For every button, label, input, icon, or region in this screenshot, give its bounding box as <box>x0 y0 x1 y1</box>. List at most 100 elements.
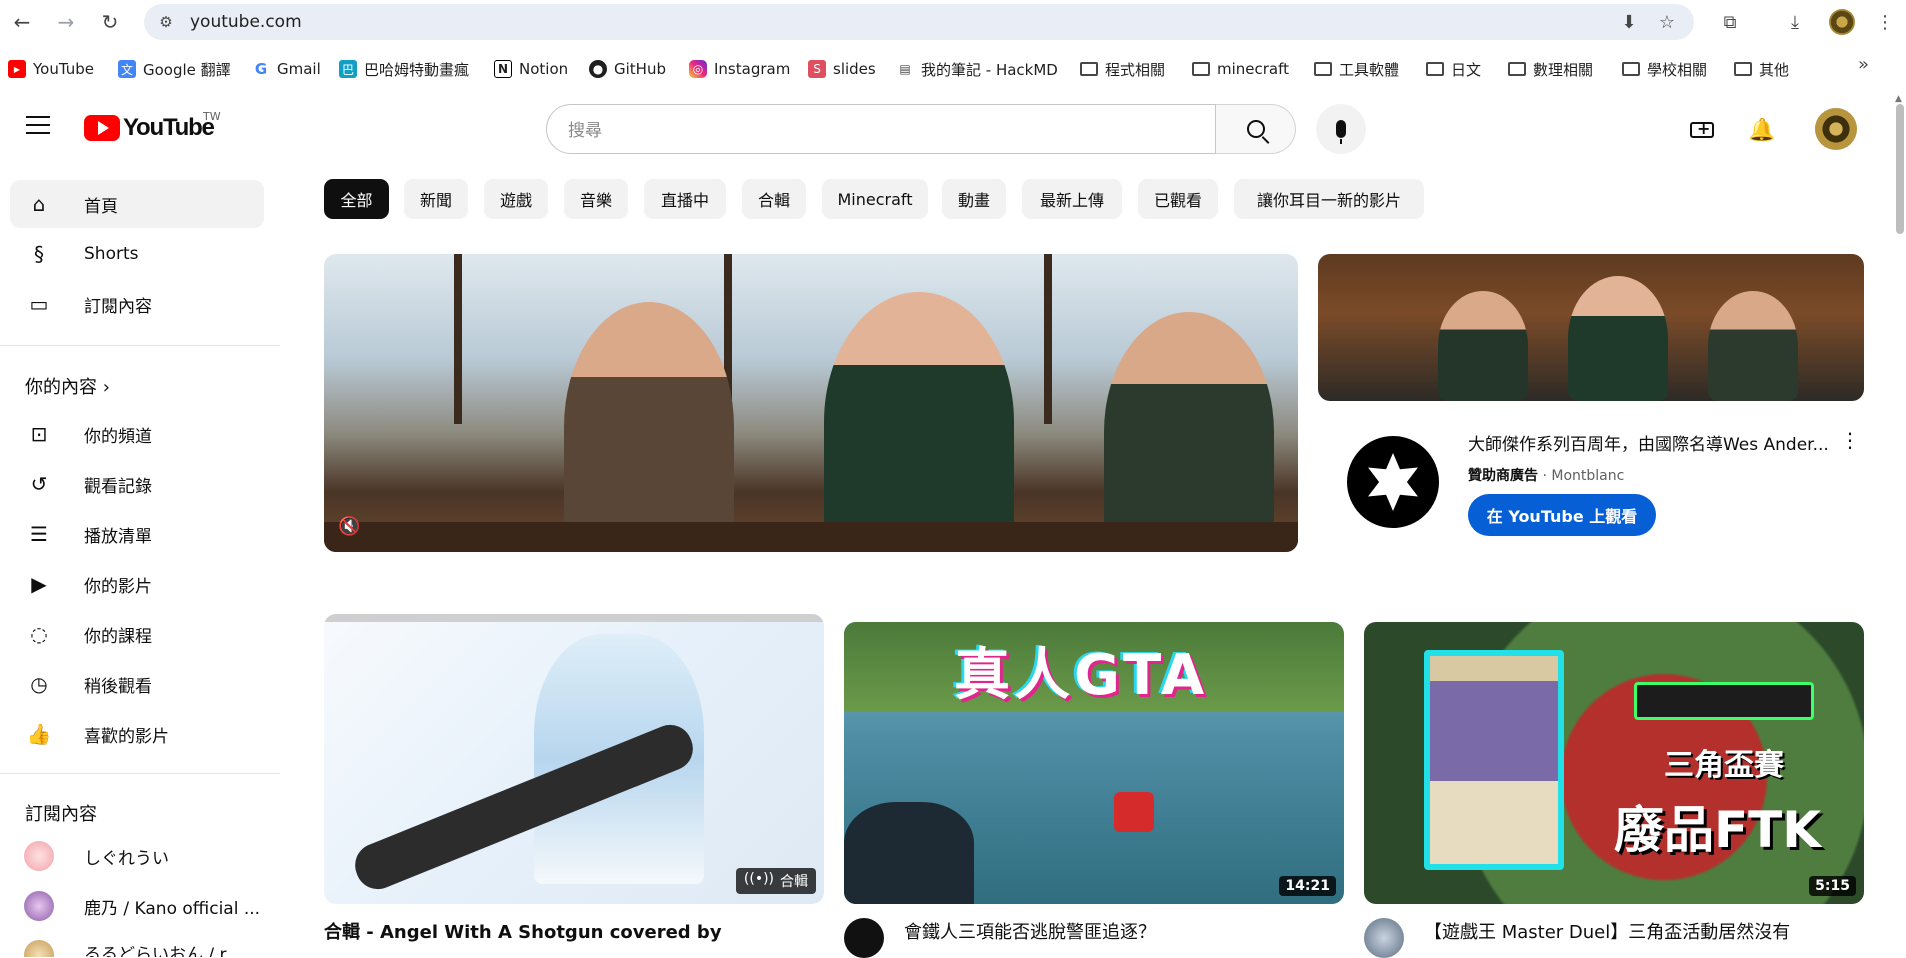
create-video-icon[interactable] <box>1686 114 1718 146</box>
folder-icon <box>1426 62 1444 76</box>
folder-icon <box>1622 62 1640 76</box>
chip-watched[interactable]: 已觀看 <box>1138 179 1218 219</box>
sidebar-item-playlists[interactable]: ☰ 播放清單 <box>10 510 264 558</box>
url-text[interactable]: youtube.com <box>190 12 302 32</box>
video-title[interactable]: 會鐵人三項能否逃脫警匪追逐？ <box>904 918 1344 944</box>
ad-person-figure <box>824 292 1014 552</box>
chip-recently-uploaded[interactable]: 最新上傳 <box>1022 179 1122 219</box>
more-options-icon[interactable]: ⋮ <box>1840 428 1860 452</box>
page-scrollbar[interactable] <box>1896 104 1904 234</box>
search-input[interactable]: 搜尋 <box>568 116 602 141</box>
video-title[interactable]: 【遊戲王 Master Duel】三角盃活動居然沒有 <box>1424 918 1864 944</box>
back-arrow-icon[interactable]: ← <box>8 8 36 36</box>
browser-menu-icon[interactable]: ⋮ <box>1872 9 1898 35</box>
chip-minecraft[interactable]: Minecraft <box>822 179 928 219</box>
chip-all[interactable]: 全部 <box>324 179 389 219</box>
channel-avatar[interactable] <box>844 918 884 958</box>
reload-icon[interactable]: ↻ <box>96 8 124 36</box>
sponsored-label: 贊助商廣告 <box>1468 468 1538 484</box>
advertiser-name: Montblanc <box>1551 468 1625 484</box>
sidebar-subscription-item[interactable]: るるどらいおん / r <box>10 932 264 957</box>
video-duration: 14:21 <box>1279 876 1336 896</box>
bookmark-gmail[interactable]: G Gmail <box>252 58 321 80</box>
youtube-logo[interactable]: YouTube <box>84 114 215 142</box>
watch-later-icon: ◷ <box>30 672 48 696</box>
ad-thumbnail[interactable] <box>1318 254 1864 401</box>
bookmark-notion[interactable]: N Notion <box>494 58 568 80</box>
chip-music[interactable]: 音樂 <box>564 179 628 219</box>
sidebar-subscription-item[interactable]: 鹿乃 / Kano official ... <box>10 882 264 930</box>
voice-search-button[interactable] <box>1316 104 1366 154</box>
install-app-icon[interactable]: ⬇ <box>1616 9 1642 35</box>
browser-profile-avatar[interactable] <box>1829 9 1855 35</box>
forward-arrow-icon[interactable]: → <box>52 8 80 36</box>
thumbnail-overlay-text: 三角盃賽 <box>1664 748 1784 783</box>
channel-avatar[interactable] <box>1364 918 1404 958</box>
bookmark-folder-other[interactable]: 其他 <box>1734 58 1789 80</box>
chip-anime[interactable]: 動畫 <box>942 179 1006 219</box>
bahamut-icon: 巴 <box>339 60 357 78</box>
downloads-icon[interactable]: ⤓ <box>1782 9 1808 35</box>
watch-on-youtube-button[interactable]: 在 YouTube 上觀看 <box>1468 494 1656 536</box>
extensions-icon[interactable]: ⧉ <box>1717 9 1743 35</box>
menu-hamburger-icon[interactable] <box>26 116 50 134</box>
bookmarks-overflow-icon[interactable]: » <box>1858 54 1869 75</box>
ad-person-figure <box>1438 291 1528 401</box>
muted-speaker-icon[interactable]: 🔇 <box>338 516 362 540</box>
channel-avatar <box>24 940 54 957</box>
chip-new-to-you[interactable]: 讓你耳目一新的影片 <box>1234 179 1424 219</box>
sidebar-item-your-channel[interactable]: ⊡ 你的頻道 <box>10 410 264 458</box>
thumbnail-overlay-text: 廢品FTK <box>1614 801 1822 859</box>
sidebar-item-watch-later[interactable]: ◷ 稍後觀看 <box>10 660 264 708</box>
sidebar-you-heading[interactable]: 你的內容 › <box>25 373 110 399</box>
video-title[interactable]: 合輯 - Angel With A Shotgun covered by <box>324 918 824 944</box>
bookmark-folder-school[interactable]: 學校相關 <box>1622 58 1707 80</box>
bookmark-folder-coding[interactable]: 程式相關 <box>1080 58 1165 80</box>
sidebar-subscription-item[interactable]: しぐれうい <box>10 832 264 880</box>
bookmark-hackmd[interactable]: ▤ 我的筆記 - HackMD <box>896 58 1058 80</box>
sidebar-item-subscriptions[interactable]: ▭ 訂閱內容 <box>10 280 264 328</box>
bookmark-folder-math[interactable]: 數理相關 <box>1508 58 1593 80</box>
bookmark-folder-tools[interactable]: 工具軟體 <box>1314 58 1399 80</box>
bookmark-google-translate[interactable]: 文 Google 翻譯 <box>118 58 231 80</box>
video-duration: 5:15 <box>1809 876 1856 896</box>
search-box[interactable] <box>546 104 1216 154</box>
liked-icon: 👍 <box>26 722 52 746</box>
account-avatar[interactable] <box>1815 108 1857 150</box>
chip-live[interactable]: 直播中 <box>644 179 726 219</box>
ad-meta: 贊助商廣告 · Montblanc <box>1468 465 1624 485</box>
sidebar-item-history[interactable]: ↺ 觀看記錄 <box>10 460 264 508</box>
chip-news[interactable]: 新聞 <box>404 179 468 219</box>
video-thumbnail[interactable]: ((•)) 合輯 <box>324 614 824 904</box>
bookmark-slides[interactable]: Sslides <box>808 58 876 80</box>
sidebar-item-courses[interactable]: ◌ 你的課程 <box>10 610 264 658</box>
bookmark-github[interactable]: ● GitHub <box>589 58 666 80</box>
ad-title[interactable]: 大師傑作系列百周年，由國際名導Wes Ander... <box>1468 430 1830 455</box>
montblanc-logo[interactable] <box>1347 436 1439 528</box>
chip-mixes[interactable]: 合輯 <box>742 179 806 219</box>
site-info-icon[interactable]: ⚙ <box>154 10 178 34</box>
sidebar-item-your-videos[interactable]: ▶ 你的影片 <box>10 560 264 608</box>
address-bar[interactable] <box>144 4 1694 40</box>
chip-gaming[interactable]: 遊戲 <box>484 179 548 219</box>
video-thumbnail[interactable]: 三角盃賽 廢品FTK 5:15 <box>1364 622 1864 904</box>
scroll-up-arrow-icon[interactable]: ▲ <box>1895 94 1902 104</box>
sidebar-item-home[interactable]: ⌂ 首頁 <box>10 180 264 228</box>
bookmark-folder-japanese[interactable]: 日文 <box>1426 58 1481 80</box>
subscriptions-icon: ▭ <box>29 292 49 316</box>
bookmark-star-icon[interactable]: ☆ <box>1654 9 1680 35</box>
bookmark-instagram[interactable]: ◎ Instagram <box>689 58 790 80</box>
search-button[interactable] <box>1216 104 1296 154</box>
document-icon: ▤ <box>899 62 911 76</box>
sidebar-item-shorts[interactable]: § Shorts <box>10 230 264 278</box>
bookmark-bahamut[interactable]: 巴巴哈姆特動畫瘋 <box>339 58 469 80</box>
google-translate-icon: 文 <box>118 60 136 78</box>
video-thumbnail[interactable]: 真人GTA 14:21 <box>844 622 1344 904</box>
ad-video-player[interactable] <box>324 254 1298 552</box>
slides-icon: S <box>808 60 826 78</box>
bookmark-youtube[interactable]: ▶ YouTube <box>8 58 94 80</box>
bookmark-folder-minecraft[interactable]: minecraft <box>1192 58 1289 80</box>
sidebar-divider <box>0 773 280 774</box>
sidebar-item-liked-videos[interactable]: 👍 喜歡的影片 <box>10 710 264 758</box>
notifications-bell-icon[interactable]: 🔔 <box>1746 114 1778 146</box>
